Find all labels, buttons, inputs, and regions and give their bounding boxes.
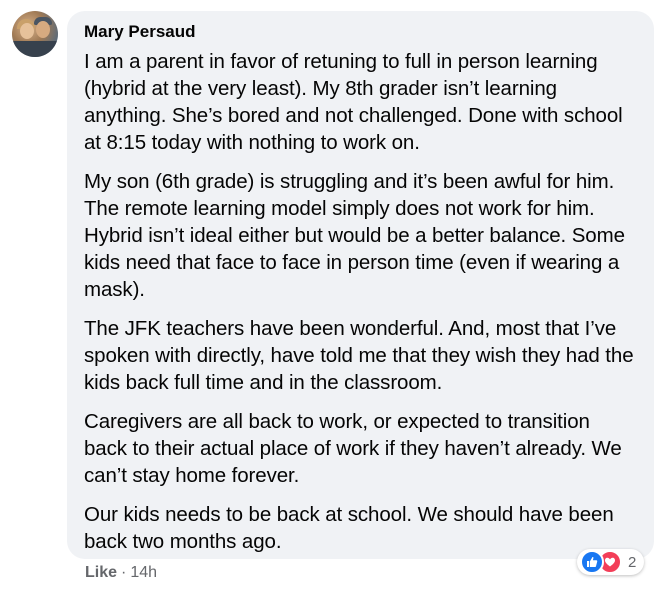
- like-icon: [580, 550, 604, 574]
- comment-timestamp[interactable]: 14h: [130, 564, 157, 581]
- avatar-face-left: [20, 23, 34, 39]
- comment-author[interactable]: Mary Persaud: [84, 22, 638, 42]
- comment-paragraph: I am a parent in favor of retuning to fu…: [84, 50, 623, 154]
- comment-paragraph: The JFK teachers have been wonderful. An…: [84, 317, 634, 394]
- comment-paragraph: Caregivers are all back to work, or expe…: [84, 410, 622, 487]
- like-button[interactable]: Like: [85, 564, 117, 581]
- comment-paragraph: My son (6th grade) is struggling and it’…: [84, 170, 625, 301]
- comment-actions: Like · 14h: [85, 563, 157, 583]
- comment-bubble: Mary Persaud I am a parent in favor of r…: [67, 11, 654, 559]
- avatar-shirt: [12, 41, 58, 57]
- reactions-summary[interactable]: 2: [577, 549, 645, 575]
- avatar[interactable]: [12, 11, 58, 57]
- avatar-face-right: [36, 21, 50, 38]
- reaction-count: 2: [628, 553, 637, 571]
- comment-paragraph: Our kids needs to be back at school. We …: [84, 503, 614, 553]
- separator-dot: ·: [121, 564, 127, 581]
